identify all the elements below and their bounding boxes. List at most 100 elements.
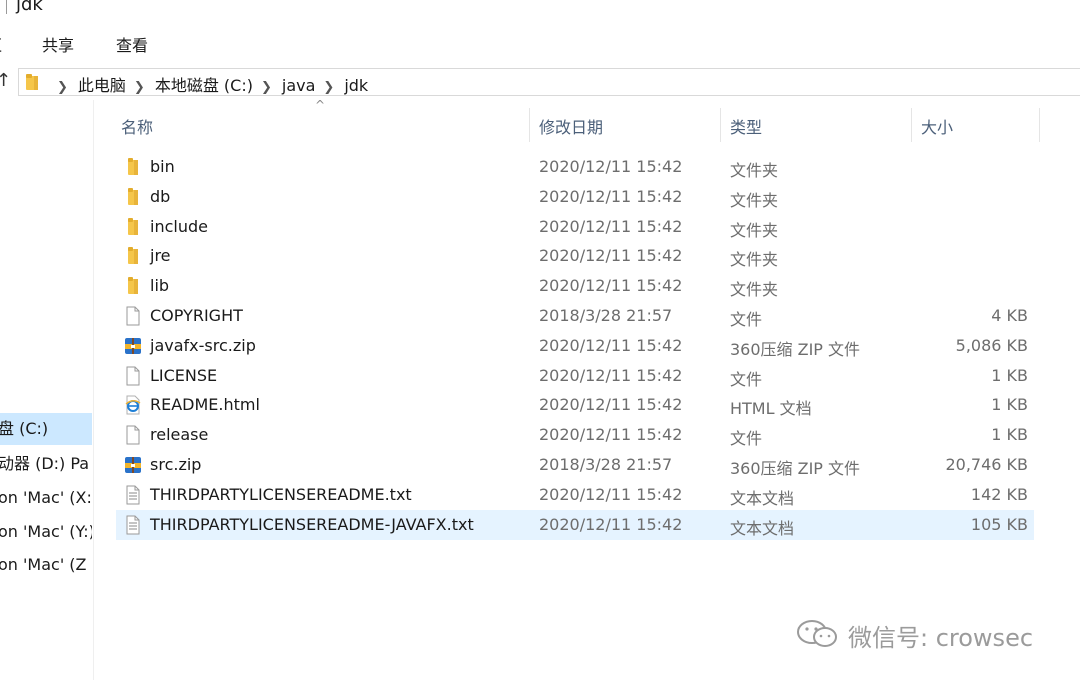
nav-item-mac-y[interactable]: on 'Mac' (Y:) — [0, 516, 92, 548]
file-type: 文件 — [730, 429, 763, 449]
nav-item-mac-z[interactable]: on 'Mac' (Z — [0, 549, 92, 581]
file-type: 文件夹 — [730, 250, 779, 270]
file-name: LICENSE — [150, 365, 218, 385]
folder-icon — [128, 217, 138, 235]
file-date: 2020/12/11 15:42 — [539, 365, 683, 385]
file-type: 文件夹 — [730, 280, 779, 300]
file-row[interactable]: db 2020/12/11 15:42 文件夹 — [116, 182, 1034, 212]
file-date: 2018/3/28 21:57 — [539, 306, 673, 325]
folder-icon — [128, 187, 138, 205]
folder-icon — [128, 158, 138, 175]
column-divider[interactable] — [720, 108, 721, 142]
file-date: 2020/12/11 15:42 — [539, 484, 683, 504]
file-name: lib — [150, 276, 170, 296]
file-row[interactable]: javafx-src.zip 2020/12/11 15:42 360压缩 ZIP … — [116, 331, 1034, 361]
column-header-size[interactable]: 大小 — [921, 114, 953, 138]
navigation-pane: 盘 (C:) 动器 (D:) Pa on 'Mac' (X: on 'Mac' … — [0, 100, 94, 680]
file-name: javafx-src.zip — [150, 335, 256, 355]
file-type: 360压缩 ZIP 文件 — [730, 459, 861, 478]
breadcrumb-java[interactable]: java — [282, 76, 316, 95]
file-date: 2020/12/11 15:42 — [539, 157, 683, 176]
tab-view[interactable]: 查看 — [116, 32, 148, 56]
file-row[interactable]: README.html 2020/12/11 15:42 HTML 文档 1 KB — [116, 390, 1034, 420]
zip-icon — [125, 337, 141, 354]
text-file-icon — [126, 515, 140, 535]
file-name: db — [150, 186, 171, 206]
file-type: 360压缩 ZIP 文件 — [730, 339, 861, 359]
ie-html-icon — [125, 395, 141, 415]
file-type: 文本文档 — [730, 488, 795, 508]
file-date: 2018/3/28 21:57 — [539, 455, 673, 474]
title-bar: jdk — [0, 0, 1080, 18]
window-title: jdk — [16, 0, 43, 15]
file-name: include — [150, 216, 208, 236]
file-row[interactable]: LICENSE 2020/12/11 15:42 文件 1 KB — [116, 361, 1034, 391]
column-divider[interactable] — [1039, 108, 1040, 142]
file-row[interactable]: lib 2020/12/11 15:42 文件夹 — [116, 271, 1034, 301]
file-type: 文件夹 — [730, 190, 779, 210]
file-size: 4 KB — [991, 306, 1028, 325]
breadcrumb: ❯ 此电脑 ❯ 本地磁盘 (C:) ❯ java ❯ jdk — [49, 72, 368, 96]
file-name: README.html — [150, 395, 260, 415]
file-name: src.zip — [150, 455, 202, 474]
file-date: 2020/12/11 15:42 — [539, 335, 683, 355]
chevron-right-icon[interactable]: ❯ — [323, 80, 334, 95]
chevron-right-icon[interactable]: ❯ — [261, 80, 272, 95]
file-type: 文件夹 — [730, 161, 779, 180]
column-divider[interactable] — [529, 108, 530, 142]
nav-item-label: 动器 (D:) Pa — [0, 454, 90, 473]
ribbon-tab-partial[interactable]: 汇 — [0, 32, 2, 52]
file-name: THIRDPARTYLICENSEREADME-JAVAFX.txt — [150, 514, 474, 534]
file-row[interactable]: bin 2020/12/11 15:42 文件夹 — [116, 152, 1034, 182]
file-size: 1 KB — [991, 365, 1028, 385]
tab-share[interactable]: 共享 — [42, 32, 74, 56]
folder-icon — [128, 247, 138, 265]
file-date: 2020/12/11 15:42 — [539, 186, 683, 206]
address-bar[interactable]: ❯ 此电脑 ❯ 本地磁盘 (C:) ❯ java ❯ jdk — [18, 68, 1080, 96]
file-row[interactable]: release 2020/12/11 15:42 文件 1 KB — [116, 420, 1034, 450]
file-size: 1 KB — [991, 395, 1028, 415]
file-size: 5,086 KB — [955, 335, 1028, 355]
file-list: ^ 名称 修改日期 类型 大小 bin 2020/12/11 15:42 文件夹 db… — [93, 98, 1080, 680]
file-date: 2020/12/11 15:42 — [539, 425, 683, 445]
file-row[interactable]: include 2020/12/11 15:42 文件夹 — [116, 212, 1034, 242]
wechat-icon — [797, 620, 837, 647]
nav-item-local-disk-c[interactable]: 盘 (C:) — [0, 413, 92, 445]
text-file-icon — [126, 485, 140, 505]
file-size: 105 KB — [970, 514, 1028, 534]
file-type: 文本文档 — [730, 518, 795, 538]
file-icon — [126, 425, 140, 445]
sort-ascending-icon: ^ — [315, 98, 326, 112]
up-arrow-icon[interactable]: ↑ — [0, 70, 11, 91]
nav-item-drive-d[interactable]: 动器 (D:) Pa — [0, 448, 92, 480]
file-name: jre — [150, 246, 171, 266]
file-size: 142 KB — [970, 484, 1028, 504]
file-row[interactable]: THIRDPARTYLICENSEREADME.txt 2020/12/11 15… — [116, 480, 1034, 510]
address-row: ↑ ❯ 此电脑 ❯ 本地磁盘 (C:) ❯ java ❯ jdk — [0, 68, 1080, 98]
chevron-right-icon[interactable]: ❯ — [57, 80, 68, 95]
breadcrumb-this-pc[interactable]: 此电脑 — [78, 72, 126, 96]
column-header-name[interactable]: 名称 — [121, 114, 153, 138]
file-name: bin — [150, 157, 175, 176]
nav-item-label: on 'Mac' (Y:) — [0, 522, 92, 541]
nav-item-mac-x[interactable]: on 'Mac' (X: — [0, 482, 92, 514]
chevron-right-icon[interactable]: ❯ — [134, 80, 145, 95]
file-date: 2020/12/11 15:42 — [539, 216, 683, 236]
column-divider[interactable] — [911, 108, 912, 142]
file-row[interactable]: jre 2020/12/11 15:42 文件夹 — [116, 241, 1034, 271]
title-separator — [6, 0, 7, 14]
breadcrumb-jdk[interactable]: jdk — [344, 76, 368, 95]
file-name: THIRDPARTYLICENSEREADME.txt — [150, 484, 412, 504]
file-date: 2020/12/11 15:42 — [539, 276, 683, 296]
file-name: COPYRIGHT — [150, 306, 243, 325]
file-size: 20,746 KB — [945, 455, 1028, 474]
breadcrumb-local-disk[interactable]: 本地磁盘 (C:) — [155, 72, 253, 96]
file-row[interactable]: COPYRIGHT 2018/3/28 21:57 文件 4 KB — [116, 301, 1034, 331]
column-header-type[interactable]: 类型 — [730, 114, 762, 138]
file-type: HTML 文档 — [730, 399, 812, 419]
file-row[interactable]: THIRDPARTYLICENSEREADME-JAVAFX.txt 2020/1… — [116, 509, 1034, 540]
file-icon — [126, 306, 140, 326]
column-header-date[interactable]: 修改日期 — [539, 114, 603, 138]
file-row[interactable]: src.zip 2018/3/28 21:57 360压缩 ZIP 文件 20,746… — [116, 450, 1034, 480]
file-size: 1 KB — [991, 425, 1028, 445]
